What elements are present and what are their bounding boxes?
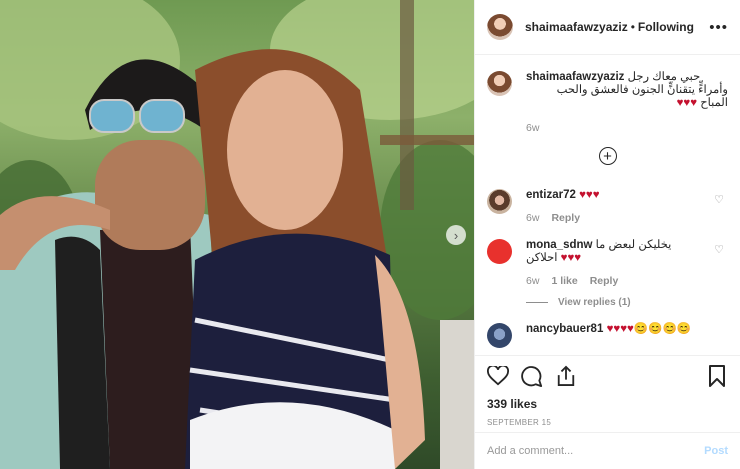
avatar[interactable] (487, 189, 512, 214)
comment-item: nancybauer81 ♥♥♥♥😊😊😊😊 (487, 323, 728, 348)
caption-hearts: ♥♥♥ (676, 97, 698, 109)
view-replies-button[interactable]: View replies (1) (526, 296, 728, 309)
comment-username[interactable]: mona_sdnw (526, 239, 592, 251)
more-options-icon[interactable]: ••• (709, 19, 728, 36)
replies-divider (526, 302, 548, 303)
comment-age: 6w (526, 212, 540, 224)
like-comment-heart-icon[interactable]: ♡ (714, 193, 724, 206)
add-comment-bar: Post (475, 432, 740, 469)
post-username[interactable]: shaimaafawzyaziz (525, 20, 628, 34)
post-actions: 339 likes SEPTEMBER 15 (475, 355, 740, 427)
like-heart-icon[interactable] (487, 365, 509, 387)
comments-list[interactable]: shaimaafawzyaziz حبي معاك رجل وأمراءٍّ ي… (475, 55, 740, 355)
caption-username[interactable]: shaimaafawzyaziz (526, 71, 624, 83)
follow-status[interactable]: Following (638, 20, 694, 34)
avatar[interactable] (487, 323, 512, 348)
caption: shaimaafawzyaziz حبي معاك رجل وأمراءٍّ ي… (487, 71, 728, 135)
avatar[interactable] (487, 71, 512, 96)
comment-username[interactable]: nancybauer81 (526, 323, 603, 335)
comment-text-line2: احلاكن (526, 252, 558, 264)
caption-text-line1: حبي معاك رجل (627, 71, 701, 83)
add-comment-input[interactable] (487, 445, 705, 457)
comment-text-line1: يخليكن لبعض ما (595, 239, 672, 251)
post-comment-button[interactable]: Post (704, 445, 728, 457)
bookmark-icon[interactable] (706, 365, 728, 387)
comment-hearts: ♥♥♥ (560, 252, 582, 264)
comment-item: entizar72 ♥♥♥ 6w Reply ♡ (487, 189, 728, 225)
post-date: SEPTEMBER 15 (487, 418, 552, 427)
chevron-right-icon: › (453, 227, 459, 243)
comment-likes[interactable]: 1 like (551, 275, 577, 288)
caption-text-line2: وأمراءٍّ يتقنانٍّ الجنون فالعشق والحب (556, 84, 728, 96)
comment-item: mona_sdnw يخليكن لبعض ما احلاكن ♥♥♥ 6w 1… (487, 239, 728, 309)
post-side-panel: shaimaafawzyaziz • Following ••• shaimaa… (474, 0, 740, 469)
avatar[interactable] (487, 14, 513, 40)
comment-age: 6w (526, 275, 540, 287)
comment-hearts: ♥♥♥♥😊😊😊😊 (606, 323, 692, 335)
load-more-comments-button[interactable]: + (598, 147, 617, 165)
comment-hearts: ♥♥♥ (579, 189, 600, 201)
photo-illustration (0, 0, 474, 469)
caption-age: 6w (526, 122, 540, 134)
separator-dot: • (630, 20, 635, 34)
like-comment-heart-icon[interactable]: ♡ (714, 243, 724, 256)
comment-username[interactable]: entizar72 (526, 189, 576, 201)
caption-text-line3: المباح (700, 97, 728, 109)
reply-button[interactable]: Reply (551, 212, 580, 225)
comment-icon[interactable] (521, 365, 543, 387)
next-photo-button[interactable]: › (446, 225, 466, 245)
post-header: shaimaafawzyaziz • Following ••• (475, 0, 740, 55)
plus-icon: + (603, 147, 612, 165)
view-replies-label: View replies (1) (558, 297, 631, 308)
likes-count[interactable]: 339 likes (487, 397, 728, 411)
avatar[interactable] (487, 239, 512, 264)
share-icon[interactable] (555, 365, 577, 387)
reply-button[interactable]: Reply (590, 275, 619, 288)
post-photo[interactable]: › (0, 0, 474, 469)
